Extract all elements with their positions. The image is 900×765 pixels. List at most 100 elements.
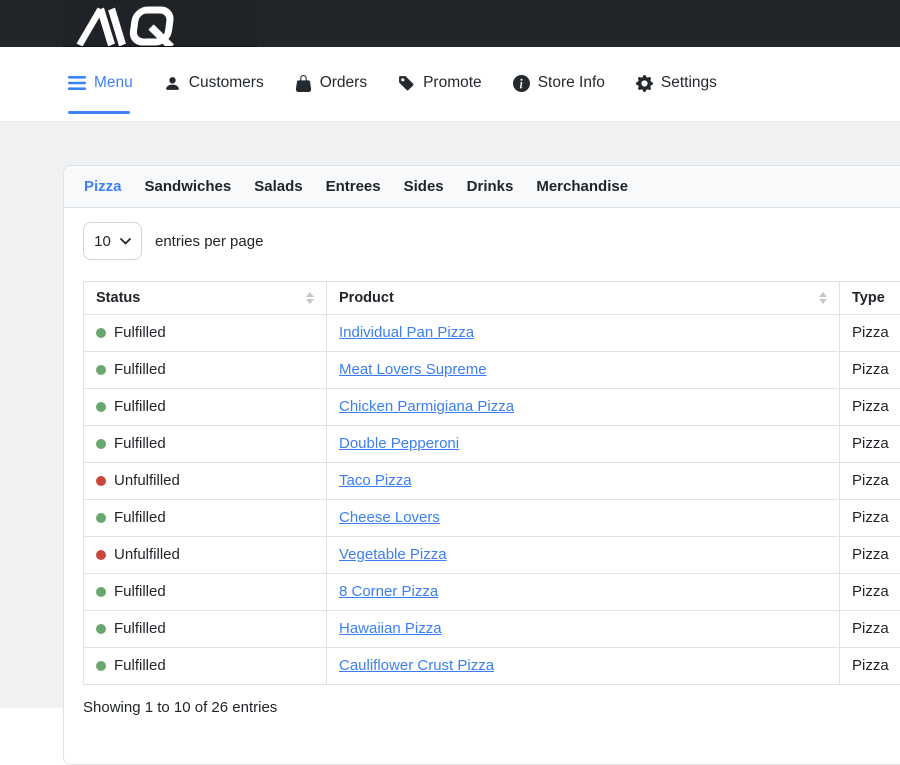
type-cell: Pizza — [840, 611, 900, 648]
status-dot-icon — [96, 328, 106, 338]
status-cell: Fulfilled — [84, 500, 327, 537]
status-label: Unfulfilled — [114, 472, 180, 489]
category-tabs: Pizza Sandwiches Salads Entrees Sides Dr… — [64, 166, 900, 208]
page-size-select[interactable]: 10 — [83, 222, 142, 260]
type-cell: Pizza — [840, 315, 900, 352]
column-label: Status — [96, 290, 140, 306]
status-dot-icon — [96, 513, 106, 523]
table-row: Fulfilled8 Corner PizzaPizza — [84, 574, 900, 611]
product-link[interactable]: 8 Corner Pizza — [339, 583, 438, 600]
table-row: Fulfilled Hawaiian Pizza Pizza — [84, 611, 900, 648]
type-cell: Pizza — [840, 574, 900, 611]
tab-pizza[interactable]: Pizza — [84, 178, 122, 195]
product-cell: Chicken Parmigiana Pizza — [327, 389, 840, 426]
bag-icon — [295, 75, 312, 92]
status-label: Fulfilled — [114, 509, 166, 526]
nav-label: Orders — [320, 74, 367, 92]
type-cell: Pizza — [840, 500, 900, 537]
product-cell: Hawaiian Pizza — [327, 611, 840, 648]
nav-item-customers[interactable]: Customers — [164, 74, 264, 92]
product-link[interactable]: Chicken Parmigiana Pizza — [339, 398, 514, 415]
product-cell: 8 Corner Pizza — [327, 574, 840, 611]
brand-logo[interactable] — [63, 0, 257, 53]
table-row: Fulfilled Individual Pan Pizza Pizza — [84, 315, 900, 352]
product-cell: Vegetable Pizza — [327, 537, 840, 574]
table-row: Fulfilled Cauliflower Crust Pizza Pizza — [84, 648, 900, 685]
nav-item-promote[interactable]: Promote — [398, 74, 482, 92]
column-header-status[interactable]: Status — [84, 282, 327, 315]
tag-icon — [398, 75, 415, 92]
nav-label: Menu — [94, 74, 133, 92]
table-body: FulfilledIndividual Pan PizzaPizzaFulfil… — [84, 315, 900, 685]
products-table: Status Product Type — [83, 281, 900, 685]
status-label: Fulfilled — [114, 435, 166, 452]
tab-merchandise[interactable]: Merchandise — [536, 178, 628, 195]
column-header-product[interactable]: Product — [327, 282, 840, 315]
product-cell: Cheese Lovers — [327, 500, 840, 537]
top-bar — [0, 0, 900, 47]
nav-item-menu[interactable]: Menu — [68, 74, 133, 92]
product-link[interactable]: Vegetable Pizza — [339, 546, 447, 563]
table-row: Fulfilled Meat Lovers Supreme Pizza — [84, 352, 900, 389]
table-header-row: Status Product Type — [84, 282, 900, 315]
tab-sandwiches[interactable]: Sandwiches — [145, 178, 232, 195]
entries-per-page-label: entries per page — [155, 233, 263, 250]
product-link[interactable]: Meat Lovers Supreme — [339, 361, 487, 378]
nav-item-orders[interactable]: Orders — [295, 74, 367, 92]
table-row: Fulfilled Double Pepperoni Pizza — [84, 426, 900, 463]
nav-item-store-info[interactable]: Store Info — [513, 74, 605, 92]
table-row: UnfulfilledTaco PizzaPizza — [84, 463, 900, 500]
tab-drinks[interactable]: Drinks — [467, 178, 514, 195]
active-nav-underline — [68, 111, 130, 114]
product-cell: Taco Pizza — [327, 463, 840, 500]
status-label: Fulfilled — [114, 324, 166, 341]
status-label: Fulfilled — [114, 361, 166, 378]
type-cell: Pizza — [840, 426, 900, 463]
tab-salads[interactable]: Salads — [254, 178, 302, 195]
status-cell: Fulfilled — [84, 611, 327, 648]
tab-entrees[interactable]: Entrees — [326, 178, 381, 195]
status-dot-icon — [96, 439, 106, 449]
product-cell: Individual Pan Pizza — [327, 315, 840, 352]
product-cell: Cauliflower Crust Pizza — [327, 648, 840, 685]
sort-icon[interactable] — [306, 292, 314, 304]
status-dot-icon — [96, 587, 106, 597]
chevron-down-icon — [120, 238, 131, 245]
status-cell: Fulfilled — [84, 315, 327, 352]
page-size-value: 10 — [94, 233, 111, 250]
table-row: UnfulfilledVegetable PizzaPizza — [84, 537, 900, 574]
nav-label: Settings — [661, 74, 717, 92]
status-dot-icon — [96, 402, 106, 412]
status-cell: Fulfilled — [84, 426, 327, 463]
column-header-type[interactable]: Type — [840, 282, 900, 315]
product-link[interactable]: Cauliflower Crust Pizza — [339, 657, 494, 674]
type-cell: Pizza — [840, 352, 900, 389]
product-link[interactable]: Hawaiian Pizza — [339, 620, 442, 637]
product-link[interactable]: Individual Pan Pizza — [339, 324, 474, 341]
gear-icon — [636, 75, 653, 92]
product-cell: Meat Lovers Supreme — [327, 352, 840, 389]
product-link[interactable]: Double Pepperoni — [339, 435, 459, 452]
column-label: Product — [339, 290, 394, 306]
product-link[interactable]: Cheese Lovers — [339, 509, 440, 526]
nav-label: Customers — [189, 74, 264, 92]
info-circle-icon — [513, 75, 530, 92]
status-dot-icon — [96, 624, 106, 634]
status-label: Fulfilled — [114, 657, 166, 674]
aq-logo-icon — [71, 6, 191, 48]
type-cell: Pizza — [840, 389, 900, 426]
nav-item-settings[interactable]: Settings — [636, 74, 717, 92]
type-cell: Pizza — [840, 537, 900, 574]
person-icon — [164, 75, 181, 92]
status-label: Fulfilled — [114, 620, 166, 637]
status-cell: Fulfilled — [84, 389, 327, 426]
tab-sides[interactable]: Sides — [404, 178, 444, 195]
type-cell: Pizza — [840, 648, 900, 685]
status-cell: Fulfilled — [84, 648, 327, 685]
column-label: Type — [852, 290, 885, 306]
sort-icon[interactable] — [819, 292, 827, 304]
hamburger-icon — [68, 76, 86, 90]
status-dot-icon — [96, 550, 106, 560]
status-dot-icon — [96, 661, 106, 671]
product-link[interactable]: Taco Pizza — [339, 472, 412, 489]
